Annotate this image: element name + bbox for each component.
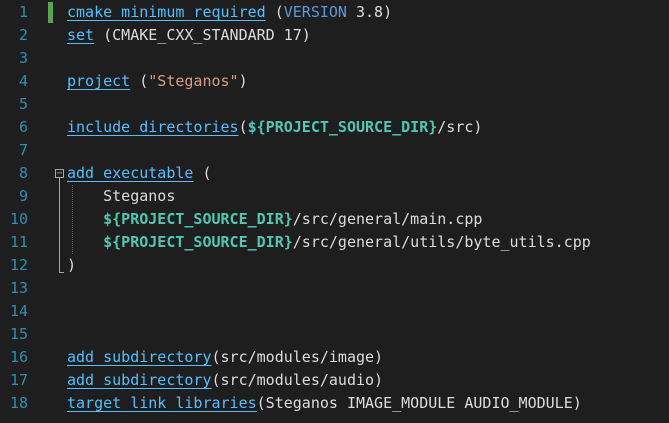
code-token: ( <box>265 3 284 21</box>
code-line[interactable]: 14 <box>0 300 669 323</box>
code-line[interactable]: 9 Steganos <box>0 185 669 208</box>
cmake-command: target_link_libraries <box>67 394 257 412</box>
code-line[interactable]: 13 <box>0 277 669 300</box>
code-line[interactable]: 17 add_subdirectory(src/modules/audio) <box>0 369 669 392</box>
line-number: 1 <box>18 3 28 21</box>
code-token: ( <box>130 72 149 90</box>
code-editor[interactable]: 1 cmake_minimum_required (VERSION 3.8) 2 se… <box>0 0 669 423</box>
code-token: /src) <box>437 118 483 136</box>
code-text[interactable]: ) <box>67 254 76 277</box>
code-line[interactable]: 16 add_subdirectory(src/modules/image) <box>0 346 669 369</box>
collapse-icon[interactable]: − <box>55 169 64 179</box>
cmake-command: include_directories <box>67 118 239 136</box>
line-number: 11 <box>9 233 28 251</box>
code-line[interactable]: 7 <box>0 139 669 162</box>
code-text[interactable]: add_subdirectory(src/modules/image) <box>67 346 383 369</box>
code-text[interactable]: add_subdirectory(src/modules/audio) <box>67 369 383 392</box>
code-text[interactable]: Steganos <box>67 185 175 208</box>
code-line[interactable]: 5 <box>0 93 669 116</box>
code-text[interactable]: include_directories(${PROJECT_SOURCE_DIR… <box>67 116 482 139</box>
cmake-command: add_subdirectory <box>67 371 212 389</box>
code-line[interactable]: 15 <box>0 323 669 346</box>
code-text[interactable]: cmake_minimum_required (VERSION 3.8) <box>67 1 392 24</box>
code-token: /src/general/main.cpp <box>292 210 483 228</box>
code-line[interactable]: 2 set (CMAKE_CXX_STANDARD 17) <box>0 24 669 47</box>
code-line[interactable]: 8 add_executable ( <box>0 162 669 185</box>
line-number: 10 <box>9 210 28 228</box>
cmake-command: project <box>67 72 131 90</box>
line-number: 17 <box>9 371 28 389</box>
cmake-variable: ${PROJECT_SOURCE_DIR} <box>247 118 438 136</box>
code-line[interactable]: 18 target_link_libraries(Steganos IMAGE_M… <box>0 392 669 415</box>
code-token: ( <box>238 118 248 136</box>
code-line[interactable]: 11 ${PROJECT_SOURCE_DIR}/src/general/uti… <box>0 231 669 254</box>
line-number: 18 <box>9 394 28 412</box>
line-number: 6 <box>18 118 28 136</box>
code-text[interactable]: target_link_libraries(Steganos IMAGE_MOD… <box>67 392 582 415</box>
line-number: 5 <box>18 95 28 113</box>
code-token: Steganos <box>67 187 176 205</box>
cmake-variable: ${PROJECT_SOURCE_DIR} <box>103 210 293 228</box>
cmake-command: cmake_minimum_required <box>67 3 266 21</box>
fold-region-line <box>59 178 60 272</box>
line-number: 12 <box>9 256 28 274</box>
code-line[interactable]: 12) <box>0 254 669 277</box>
code-token: /src/general/utils/byte_utils.cpp <box>292 233 591 251</box>
line-number: 8 <box>18 164 28 182</box>
line-number: 16 <box>9 348 28 366</box>
cmake-keyword: VERSION <box>283 3 347 21</box>
indent-guide <box>72 185 73 254</box>
code-text[interactable]: ${PROJECT_SOURCE_DIR}/src/general/utils/… <box>67 231 591 254</box>
code-text[interactable]: add_executable ( <box>67 162 212 185</box>
line-number: 13 <box>9 279 28 297</box>
code-token: (CMAKE_CXX_STANDARD 17) <box>94 26 311 44</box>
code-text[interactable]: set (CMAKE_CXX_STANDARD 17) <box>67 24 311 47</box>
cmake-command: set <box>67 26 95 44</box>
fold-end-tick <box>59 272 64 273</box>
code-token: (src/modules/image) <box>211 348 384 366</box>
line-number: 9 <box>18 187 28 205</box>
line-number: 14 <box>9 302 28 320</box>
cmake-variable: ${PROJECT_SOURCE_DIR} <box>103 233 293 251</box>
code-line[interactable]: 1 cmake_minimum_required (VERSION 3.8) <box>0 1 669 24</box>
code-line[interactable]: 3 <box>0 47 669 70</box>
cmake-command: add_executable <box>67 164 194 182</box>
code-token: (Steganos IMAGE_MODULE AUDIO_MODULE) <box>256 394 582 412</box>
cmake-command: add_subdirectory <box>67 348 212 366</box>
code-token: 3.8) <box>346 3 393 21</box>
code-token: (src/modules/audio) <box>211 371 384 389</box>
line-number: 4 <box>18 72 28 90</box>
line-number: 2 <box>18 26 28 44</box>
code-line[interactable]: 6 include_directories(${PROJECT_SOURCE_DI… <box>0 116 669 139</box>
line-number: 3 <box>18 49 28 67</box>
code-line[interactable]: 10 ${PROJECT_SOURCE_DIR}/src/general/mai… <box>0 208 669 231</box>
line-number: 15 <box>9 325 28 343</box>
code-token: ) <box>67 256 77 274</box>
string-literal: "Steganos" <box>148 72 239 90</box>
code-token: ( <box>193 164 212 182</box>
code-token: ) <box>238 72 248 90</box>
code-text[interactable]: ${PROJECT_SOURCE_DIR}/src/general/main.c… <box>67 208 482 231</box>
change-indicator <box>48 2 53 23</box>
code-text[interactable]: project ("Steganos") <box>67 70 248 93</box>
code-line[interactable]: 4 project ("Steganos") <box>0 70 669 93</box>
line-number: 7 <box>18 141 28 159</box>
